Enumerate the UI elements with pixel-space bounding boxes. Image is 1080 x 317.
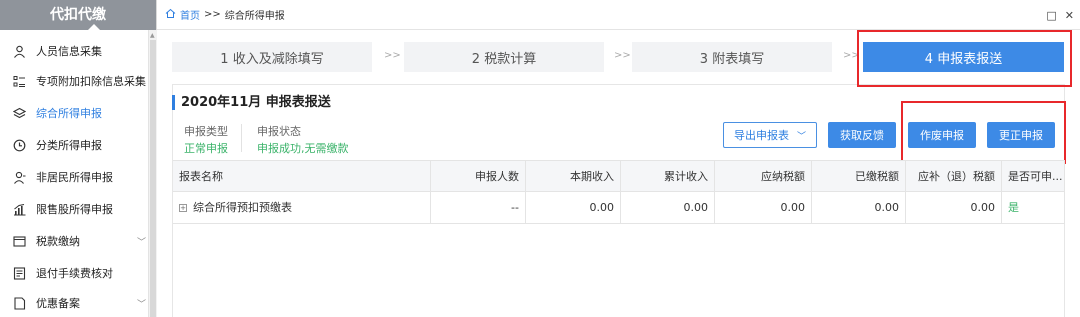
- count-cell: --: [431, 192, 526, 224]
- sidebar-item-label: 人员信息采集: [36, 45, 102, 58]
- sidebar-item-restricted-stock[interactable]: 限售股所得申报: [0, 194, 148, 224]
- tax-due-cell: 0.00: [906, 192, 1002, 224]
- column-header[interactable]: 应纳税额: [715, 161, 812, 193]
- sidebar-item-comprehensive-income[interactable]: 综合所得申报: [0, 98, 148, 128]
- list-icon: [12, 74, 26, 88]
- chevron-down-icon: ﹀: [136, 300, 146, 310]
- home-icon[interactable]: [165, 8, 176, 22]
- page-title: 2020年11月 申报表报送: [172, 95, 331, 110]
- folder-icon: [12, 234, 26, 248]
- table-header: 报表名称 申报人数 本期收入 累计收入 应纳税额 已缴税额 应补（退）税额 是否…: [173, 160, 1065, 193]
- person-outline-icon: [12, 170, 26, 184]
- fetch-feedback-button[interactable]: 获取反馈: [828, 122, 896, 148]
- page-icon: [12, 296, 26, 310]
- close-icon[interactable]: ✕: [1065, 9, 1074, 22]
- clock-icon: [12, 138, 26, 152]
- document-icon: [12, 266, 26, 280]
- breadcrumb-current: 综合所得申报: [224, 11, 285, 22]
- sidebar: 代扣代缴 人员信息采集 专项附加扣除信息采集 综合所得申报 分类所得申报 非居民…: [0, 0, 157, 317]
- report-table: 报表名称 申报人数 本期收入 累计收入 应纳税额 已缴税额 应补（退）税额 是否…: [173, 160, 1065, 224]
- sidebar-item-nonresident-income[interactable]: 非居民所得申报: [0, 162, 148, 192]
- column-header[interactable]: 累计收入: [621, 161, 715, 193]
- sidebar-item-label: 优惠备案: [36, 297, 80, 310]
- sidebar-item-preferential-filing[interactable]: 优惠备案 ﹀: [0, 288, 148, 317]
- declare-type-label: 申报类型: [184, 125, 228, 138]
- status-label: 申报状态: [257, 125, 301, 138]
- sidebar-item-tax-payment[interactable]: 税款缴纳 ﹀: [0, 226, 148, 256]
- column-header[interactable]: 申报人数: [431, 161, 526, 193]
- column-header[interactable]: 报表名称: [173, 161, 431, 193]
- scrollbar-thumb[interactable]: [150, 40, 156, 317]
- sidebar-item-label: 分类所得申报: [36, 139, 102, 152]
- step-1[interactable]: 1 收入及减除填写: [172, 42, 372, 72]
- column-header[interactable]: 本期收入: [526, 161, 621, 193]
- table-row[interactable]: + 综合所得预扣预缴表 -- 0.00 0.00 0.00 0.00 0.00 是: [173, 192, 1065, 224]
- column-header[interactable]: 应补（退）税额: [906, 161, 1002, 193]
- person-icon: [12, 44, 26, 58]
- step-separator: >>: [384, 50, 401, 61]
- step-2[interactable]: 2 税款计算: [404, 42, 604, 72]
- sidebar-item-label: 限售股所得申报: [36, 203, 113, 216]
- info-divider: [241, 124, 242, 152]
- sidebar-item-refund-check[interactable]: 退付手续费核对: [0, 258, 148, 288]
- breadcrumb-home[interactable]: 首页: [180, 7, 200, 22]
- sidebar-item-label: 专项附加扣除信息采集: [36, 75, 146, 88]
- step-3[interactable]: 3 附表填写: [632, 42, 832, 72]
- status-value: 申报成功,无需缴款: [257, 142, 349, 155]
- scroll-up-icon: ▲: [150, 32, 155, 39]
- can-declare-cell: 是: [1002, 192, 1065, 224]
- income-cell: 0.00: [526, 192, 621, 224]
- sidebar-item-special-deduction[interactable]: 专项附加扣除信息采集: [0, 66, 148, 96]
- step-separator: >>: [614, 50, 631, 61]
- report-name[interactable]: 综合所得预扣预缴表: [193, 201, 292, 214]
- chevron-down-icon: ﹀: [136, 238, 146, 248]
- report-name-cell: + 综合所得预扣预缴表: [173, 192, 431, 224]
- sidebar-item-personnel[interactable]: 人员信息采集: [0, 36, 148, 66]
- column-header[interactable]: 已缴税额: [812, 161, 906, 193]
- highlight-box: [857, 30, 1072, 87]
- tax-paid-cell: 0.00: [812, 192, 906, 224]
- cumulative-income-cell: 0.00: [621, 192, 715, 224]
- tax-payable-cell: 0.00: [715, 192, 812, 224]
- sidebar-title: 代扣代缴: [0, 0, 156, 30]
- breadcrumb-separator: >>: [204, 9, 221, 20]
- chevron-down-icon: ﹀: [796, 131, 806, 142]
- sidebar-scrollbar[interactable]: ▲: [148, 30, 157, 317]
- sidebar-item-label: 退付手续费核对: [36, 267, 113, 280]
- sidebar-item-label: 综合所得申报: [36, 107, 102, 120]
- breadcrumb-bar: 首页 >> 综合所得申报 □ ✕: [157, 0, 1080, 30]
- sidebar-item-label: 税款缴纳: [36, 235, 80, 248]
- highlight-box: [901, 101, 1066, 164]
- column-header[interactable]: 是否可申...: [1002, 161, 1065, 193]
- declare-type-value: 正常申报: [184, 142, 228, 155]
- sidebar-item-label: 非居民所得申报: [36, 171, 113, 184]
- export-dropdown-button[interactable]: 导出申报表 ﹀: [723, 122, 817, 148]
- expand-icon[interactable]: +: [179, 204, 187, 212]
- export-label: 导出申报表: [733, 129, 789, 142]
- bar-chart-icon: [12, 202, 26, 216]
- layers-icon: [12, 106, 26, 120]
- restore-icon[interactable]: □: [1046, 9, 1056, 22]
- sidebar-item-category-income[interactable]: 分类所得申报: [0, 130, 148, 160]
